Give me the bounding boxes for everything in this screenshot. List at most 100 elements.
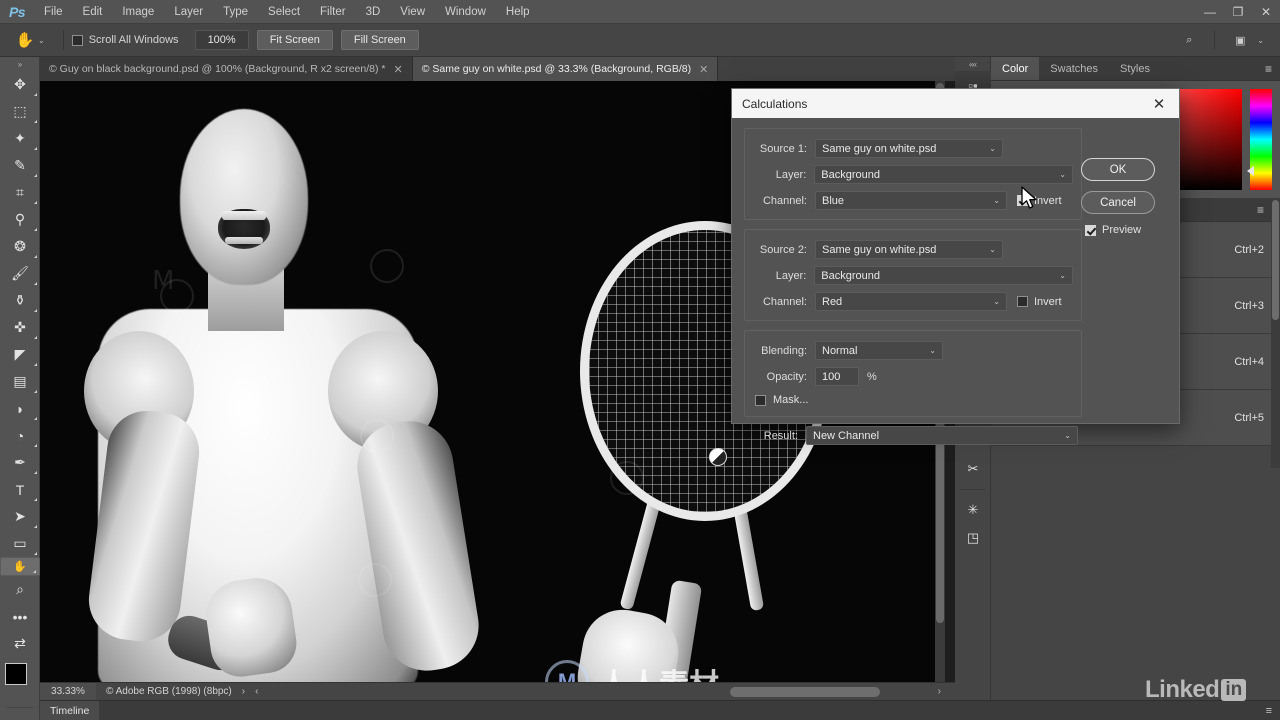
minimize-button[interactable]: —: [1196, 0, 1224, 24]
checkbox-box[interactable]: [1017, 296, 1028, 307]
dodge-tool[interactable]: ◔: [0, 422, 40, 449]
gradient-tool[interactable]: ▤: [0, 368, 40, 395]
collapse-dock-icon[interactable]: ««: [955, 57, 990, 71]
color-swatches[interactable]: [0, 661, 40, 703]
search-icon[interactable]: ⌕: [1176, 28, 1202, 52]
opacity-input[interactable]: 100: [815, 367, 859, 386]
eyedropper-tool[interactable]: ⚲: [0, 206, 40, 233]
brush-tool[interactable]: 🖌: [0, 260, 40, 287]
source2-layer-row: Layer: Background ⌄: [753, 266, 1073, 285]
pen-tool[interactable]: ✒: [0, 449, 40, 476]
restore-button[interactable]: ❐: [1224, 0, 1252, 24]
source1-channel-select[interactable]: Blue ⌄: [815, 191, 1007, 210]
fill-screen-button[interactable]: Fill Screen: [340, 30, 419, 50]
move-tool[interactable]: ✥: [0, 71, 40, 98]
source1-invert-checkbox[interactable]: Invert: [1017, 195, 1062, 207]
tab-styles[interactable]: Styles: [1109, 57, 1161, 80]
tab-timeline[interactable]: Timeline: [40, 700, 100, 720]
lasso-tool[interactable]: ✦: [0, 125, 40, 152]
more-tools-button[interactable]: •••: [0, 603, 40, 630]
document-tab-guy-on-black[interactable]: © Guy on black background.psd @ 100% (Ba…: [40, 57, 413, 81]
zoom-level-field[interactable]: 100%: [194, 30, 249, 50]
source2-select[interactable]: Same guy on white.psd ⌄: [815, 240, 1003, 259]
menu-view[interactable]: View: [390, 0, 435, 24]
ok-button[interactable]: OK: [1081, 158, 1155, 181]
rectangle-tool[interactable]: ▭: [0, 530, 40, 557]
history-brush-tool[interactable]: ✜: [0, 314, 40, 341]
tab-swatches[interactable]: Swatches: [1039, 57, 1109, 80]
blur-tool[interactable]: ◗: [0, 395, 40, 422]
menu-window[interactable]: Window: [435, 0, 496, 24]
cancel-button[interactable]: Cancel: [1081, 191, 1155, 214]
crop-tool[interactable]: ⌗: [0, 179, 40, 206]
pen-tool-icon: ✒: [14, 454, 26, 470]
blending-mode-select[interactable]: Normal ⌄: [815, 341, 943, 360]
channels-panel-menu-icon[interactable]: ≡: [1249, 203, 1272, 217]
scrollbar-thumb[interactable]: [730, 687, 880, 697]
result-select[interactable]: New Channel ⌄: [806, 426, 1078, 445]
menu-image[interactable]: Image: [112, 0, 164, 24]
document-tab-same-guy-on-white[interactable]: © Same guy on white.psd @ 33.3% (Backgro…: [412, 57, 719, 81]
scrollbar-thumb[interactable]: [1272, 200, 1279, 320]
checkbox-box[interactable]: [71, 34, 83, 46]
scroll-all-windows-checkbox[interactable]: Scroll All Windows: [71, 34, 179, 46]
scroll-right-icon[interactable]: ›: [938, 686, 941, 697]
menu-3d[interactable]: 3D: [356, 0, 391, 24]
close-icon[interactable]: ✕: [394, 63, 403, 76]
eraser-tool[interactable]: ◤: [0, 341, 40, 368]
source1-select[interactable]: Same guy on white.psd ⌄: [815, 139, 1003, 158]
close-icon[interactable]: ✕: [699, 63, 708, 76]
canvas-horizontal-scrollbar[interactable]: ›: [230, 686, 941, 697]
menu-select[interactable]: Select: [258, 0, 310, 24]
channel-shortcut: Ctrl+3: [1234, 299, 1264, 312]
figure-head: [180, 109, 308, 285]
source2-invert-checkbox[interactable]: Invert: [1017, 296, 1062, 308]
checkbox-box[interactable]: [1017, 195, 1028, 206]
menu-edit[interactable]: Edit: [73, 0, 113, 24]
tab-color[interactable]: Color: [991, 57, 1040, 80]
hand-tool[interactable]: ✋: [0, 557, 40, 576]
history-brush-tool-icon: ✜: [14, 319, 26, 335]
channels-scrollbar[interactable]: [1271, 198, 1280, 468]
close-button[interactable]: ✕: [1252, 0, 1280, 24]
source1-layer-select[interactable]: Background ⌄: [814, 165, 1073, 184]
menu-type[interactable]: Type: [213, 0, 258, 24]
menu-filter[interactable]: Filter: [310, 0, 356, 24]
preview-label: Preview: [1102, 224, 1142, 236]
rectangular-marquee-tool[interactable]: ⬚: [0, 98, 40, 125]
spot-healing-brush-tool[interactable]: ❂: [0, 233, 40, 260]
fit-screen-button[interactable]: Fit Screen: [256, 30, 333, 50]
workspace-icon[interactable]: ▣: [1227, 28, 1253, 52]
chevron-down-icon[interactable]: ⌄: [38, 36, 45, 45]
close-icon[interactable]: ✕: [1145, 89, 1173, 118]
tools-icon[interactable]: ✂: [955, 455, 991, 483]
checkbox-box[interactable]: [1085, 224, 1096, 236]
menu-layer[interactable]: Layer: [164, 0, 213, 24]
color-panel-menu-icon[interactable]: ≡: [1257, 57, 1280, 80]
menu-help[interactable]: Help: [496, 0, 540, 24]
adjustments-icon[interactable]: ✳: [955, 496, 991, 524]
quick-mask-button[interactable]: ◫: [0, 712, 40, 720]
mask-checkbox[interactable]: Mask...: [755, 394, 1073, 406]
quick-selection-tool[interactable]: ✎: [0, 152, 40, 179]
checkbox-box[interactable]: [755, 394, 766, 406]
swap-colors-button[interactable]: ⇄: [0, 630, 40, 657]
source2-channel-select[interactable]: Red ⌄: [815, 292, 1007, 311]
preview-checkbox[interactable]: Preview: [1085, 224, 1169, 236]
source2-layer-select[interactable]: Background ⌄: [814, 266, 1073, 285]
calculations-dialog[interactable]: Calculations ✕ Source 1: Same guy on whi…: [731, 88, 1180, 445]
hand-tool-icon[interactable]: ✋: [12, 28, 38, 52]
hue-slider-marker[interactable]: [1247, 166, 1254, 176]
clone-stamp-tool[interactable]: ⚱: [0, 287, 40, 314]
dodge-tool-icon: ◔: [15, 427, 25, 444]
menu-file[interactable]: File: [34, 0, 73, 24]
path-selection-tool[interactable]: ➤: [0, 503, 40, 530]
zoom-tool[interactable]: ⌕: [0, 576, 40, 603]
layer-comps-icon[interactable]: ◳: [955, 524, 991, 552]
timeline-menu-icon[interactable]: ≡: [1266, 705, 1272, 717]
status-zoom-level[interactable]: 33.33%: [40, 682, 96, 701]
horizontal-type-tool[interactable]: T: [0, 476, 40, 503]
chevron-down-icon[interactable]: ⌄: [1257, 36, 1264, 45]
foreground-color-swatch[interactable]: [5, 663, 27, 685]
collapse-toolbar-icon[interactable]: »: [0, 57, 39, 71]
